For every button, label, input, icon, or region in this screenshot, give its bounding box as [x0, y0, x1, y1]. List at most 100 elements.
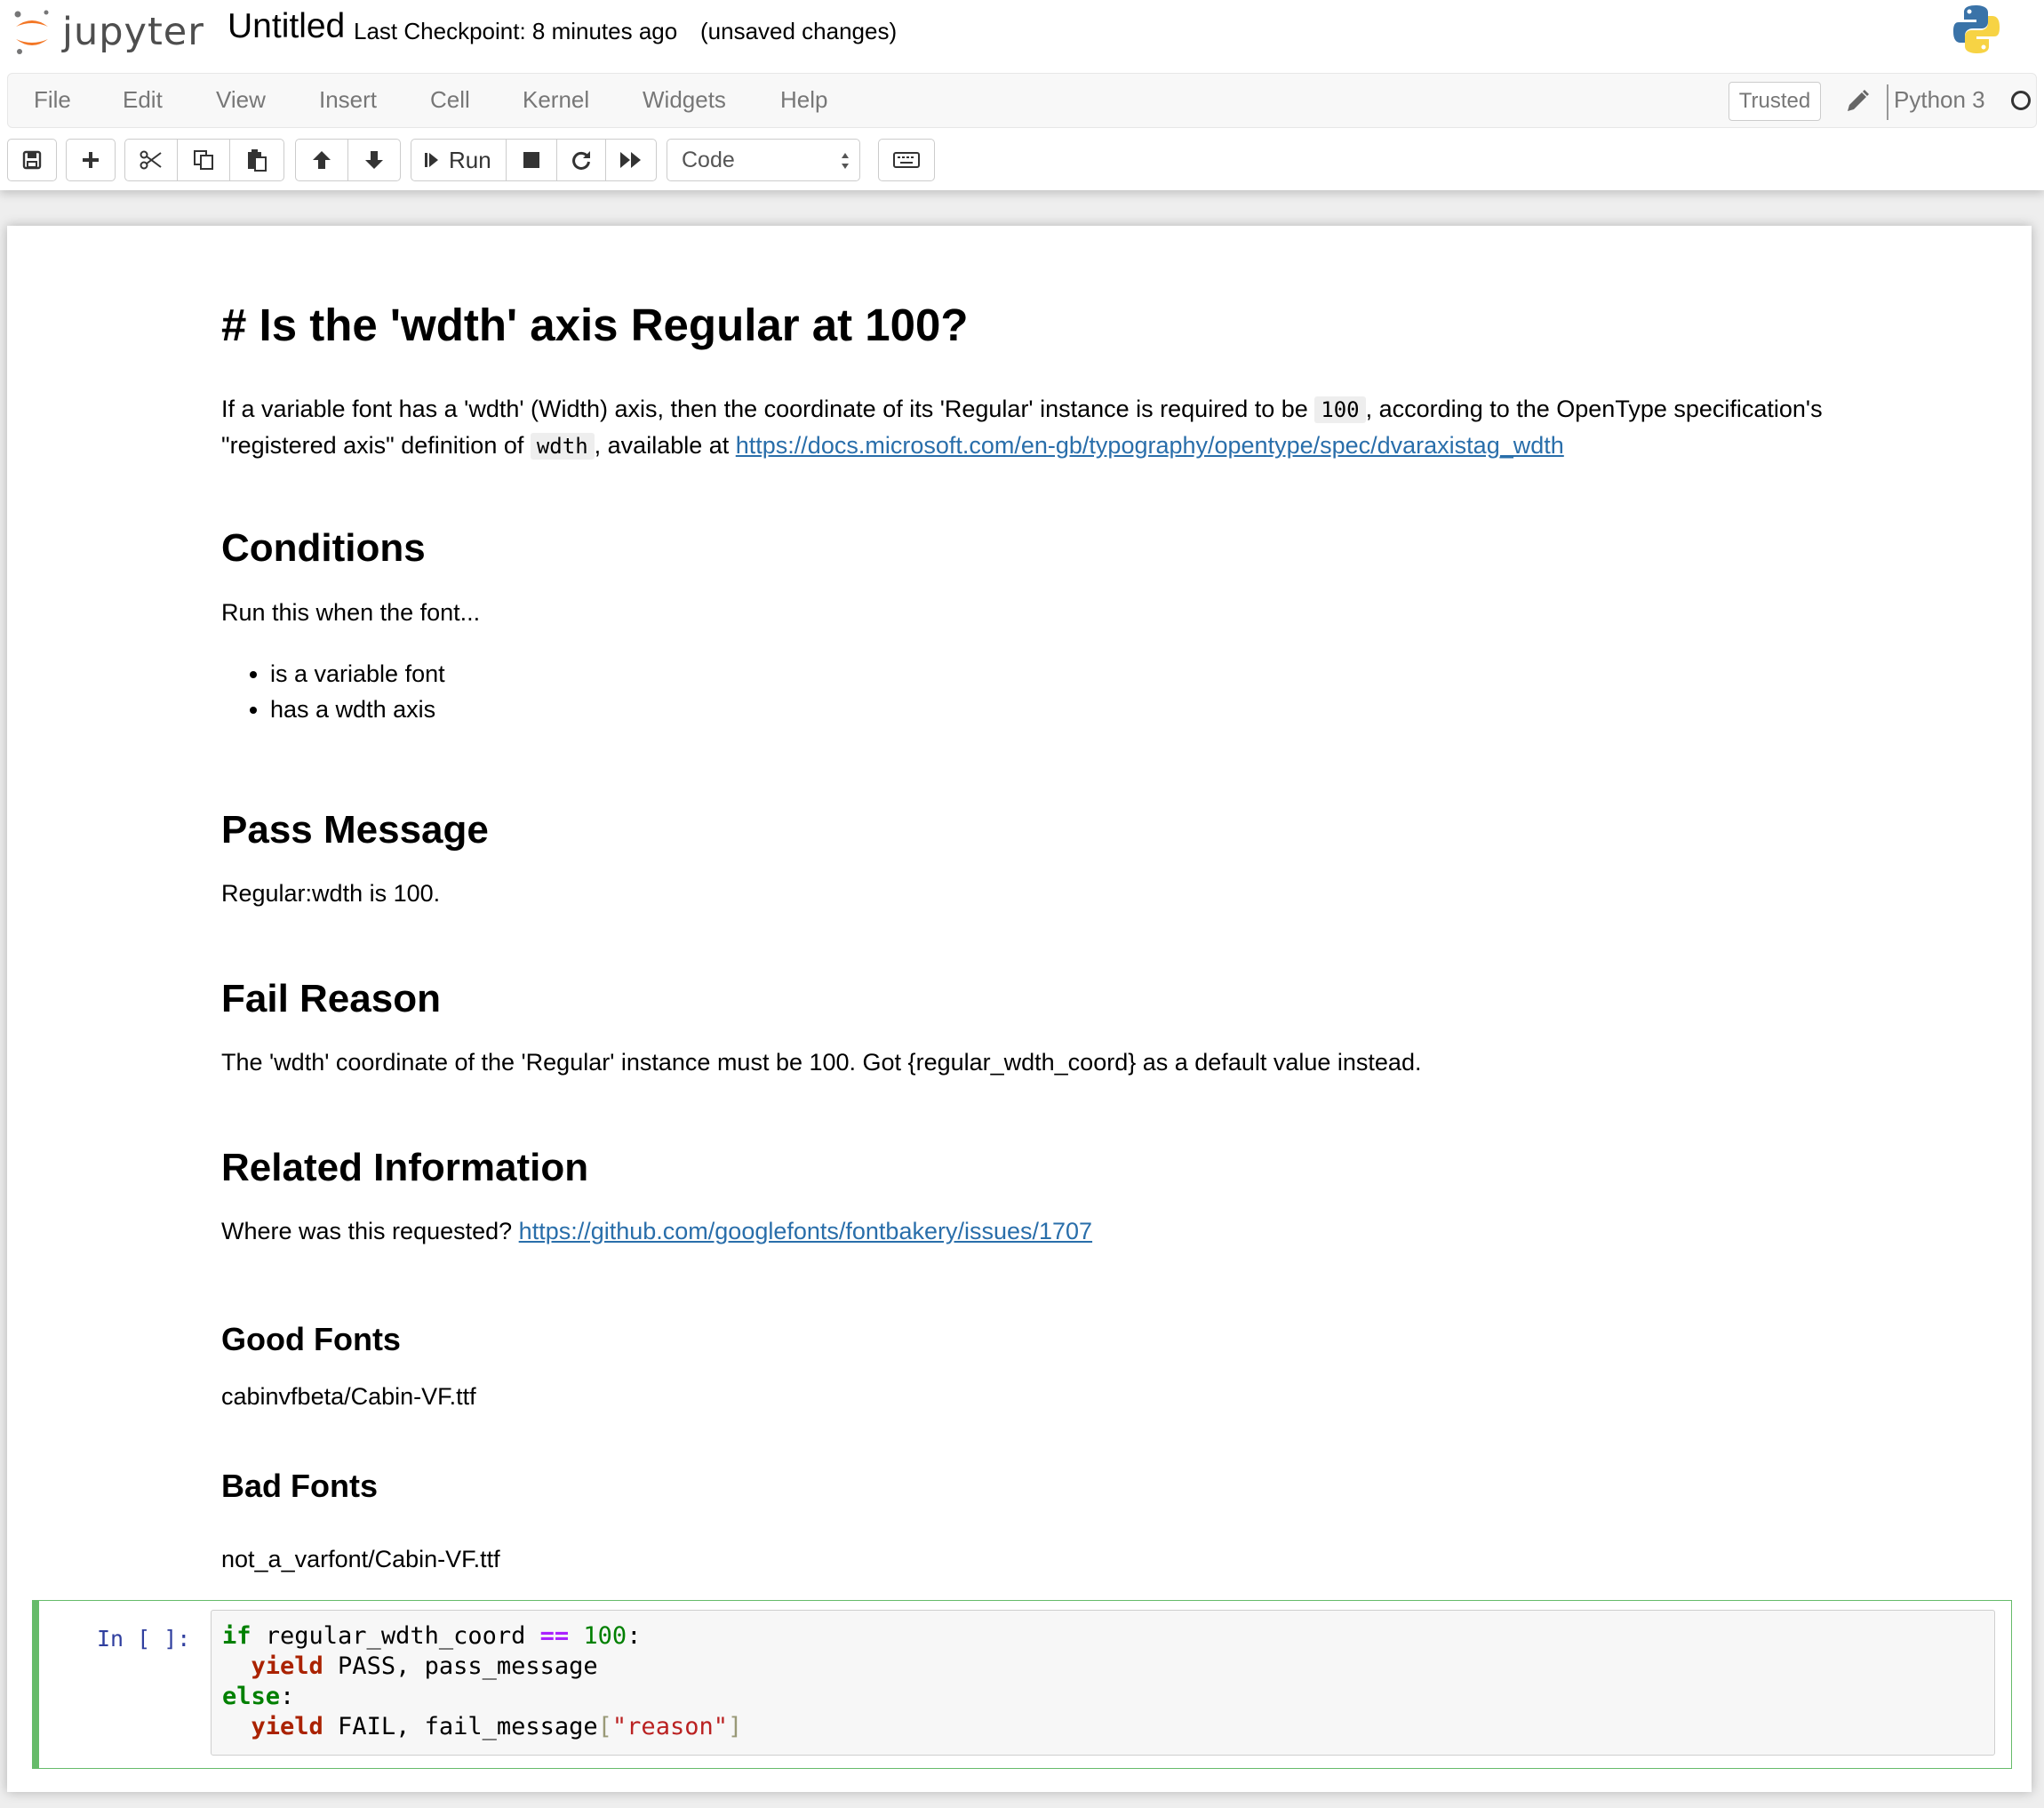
python-logo-icon	[1953, 5, 2000, 53]
intro-text-1: If a variable font has a 'wdth' (Width) …	[221, 396, 1315, 422]
inline-code-100: 100	[1314, 396, 1366, 423]
step-forward-icon	[425, 153, 438, 167]
code-token: regular_wdth_coord	[251, 1622, 540, 1650]
menu-help[interactable]: Help	[780, 86, 827, 114]
notebook-container: # Is the 'wdth' axis Regular at 100? If …	[7, 226, 2032, 1792]
code-token: ==	[539, 1622, 570, 1650]
code-line: yield PASS, pass_message	[222, 1652, 1994, 1682]
cell-type-select[interactable]: Code	[667, 139, 860, 181]
save-icon	[22, 150, 42, 170]
keyboard-icon	[893, 152, 920, 168]
header: jupyter Untitled Last Checkpoint: 8 minu…	[0, 0, 2044, 190]
trusted-indicator[interactable]: Trusted	[1729, 82, 1821, 121]
intro-paragraph: If a variable font has a 'wdth' (Width) …	[221, 391, 1823, 464]
list-item: has a wdth axis	[270, 692, 445, 727]
kernel-separator	[1887, 84, 1888, 120]
code-token: :	[627, 1622, 642, 1650]
code-token: "reason"	[611, 1713, 728, 1740]
save-button[interactable]	[7, 139, 57, 181]
stop-icon	[523, 152, 539, 168]
menu-widgets[interactable]: Widgets	[643, 86, 726, 114]
autosave-status: (unsaved changes)	[700, 18, 898, 44]
fast-forward-icon	[620, 152, 641, 168]
good-fonts-text: cabinvfbeta/Cabin-VF.ttf	[221, 1383, 476, 1410]
jupyter-logo-icon	[14, 10, 49, 54]
pencil-icon[interactable]	[1844, 88, 1871, 115]
copy-icon	[194, 150, 213, 170]
spec-link[interactable]: https://docs.microsoft.com/en-gb/typogra…	[736, 432, 1564, 459]
code-line: else:	[222, 1682, 1994, 1712]
pass-text: Regular:wdth is 100.	[221, 880, 441, 907]
list-item: is a variable font	[270, 656, 445, 692]
code-token: yield	[251, 1652, 323, 1680]
menu-cell[interactable]: Cell	[430, 86, 470, 114]
code-line: yield FAIL, fail_message["reason"]	[222, 1712, 1994, 1742]
select-arrows-icon	[842, 153, 849, 169]
menu-view[interactable]: View	[216, 86, 266, 114]
command-palette-button[interactable]	[878, 139, 935, 181]
code-token: yield	[251, 1713, 323, 1740]
arrow-down-icon	[365, 151, 383, 169]
menu-kernel[interactable]: Kernel	[523, 86, 589, 114]
menu-insert[interactable]: Insert	[319, 86, 377, 114]
jupyter-logo[interactable]: jupyter	[12, 5, 204, 59]
intro-text-4: , available at	[594, 432, 736, 459]
issue-link[interactable]: https://github.com/googlefonts/fontbaker…	[519, 1218, 1092, 1244]
logo-text: jupyter	[62, 10, 204, 54]
good-fonts-heading: Good Fonts	[221, 1321, 401, 1357]
related-text: Where was this requested?	[221, 1218, 519, 1244]
code-line: if regular_wdth_coord == 100:	[222, 1621, 1994, 1652]
code-editor[interactable]: if regular_wdth_coord == 100: yield PASS…	[211, 1610, 1995, 1756]
notebook-name[interactable]: Untitled	[228, 7, 345, 46]
code-token: :	[280, 1683, 295, 1710]
code-token: [	[597, 1713, 612, 1740]
code-token: PASS, pass_message	[323, 1652, 598, 1680]
paste-icon	[248, 149, 267, 172]
menu-file[interactable]: File	[34, 86, 71, 114]
inline-code-wdth: wdth	[530, 433, 595, 460]
cell-type-value: Code	[682, 148, 735, 172]
kernel-idle-icon	[2011, 91, 2031, 110]
run-button[interactable]: Run	[411, 139, 507, 181]
arrow-up-icon	[313, 151, 331, 169]
code-token: ]	[727, 1713, 743, 1740]
copy-button[interactable]	[177, 139, 230, 181]
cell-selection-bar	[32, 1600, 39, 1769]
scissors-icon	[140, 150, 162, 170]
move-down-button[interactable]	[347, 139, 401, 181]
cut-button[interactable]	[124, 139, 178, 181]
fail-heading: Fail Reason	[221, 977, 441, 1020]
intro-text-3: "registered axis" definition of	[221, 432, 531, 459]
restart-button[interactable]	[556, 139, 606, 181]
code-token: 100	[583, 1622, 627, 1650]
plus-icon	[83, 152, 99, 168]
code-token: if	[222, 1622, 252, 1650]
conditions-list: is a variable font has a wdth axis	[221, 656, 445, 727]
conditions-heading: Conditions	[221, 526, 426, 570]
conditions-text: Run this when the font...	[221, 599, 481, 626]
bad-fonts-text: not_a_varfont/Cabin-VF.ttf	[221, 1546, 500, 1572]
related-paragraph: Where was this requested? https://github…	[221, 1213, 1092, 1249]
paste-button[interactable]	[229, 139, 284, 181]
code-token: FAIL, fail_message	[323, 1713, 598, 1740]
checkpoint-status: Last Checkpoint: 8 minutes ago	[354, 18, 678, 44]
kernel-name: Python 3	[1894, 86, 1985, 113]
menu-edit[interactable]: Edit	[123, 86, 163, 114]
menubar: File Edit View Insert Cell Kernel Widget…	[7, 73, 2037, 128]
code-cell[interactable]: In [ ]: if regular_wdth_coord == 100: yi…	[32, 1600, 2012, 1769]
fail-text: The 'wdth' coordinate of the 'Regular' i…	[221, 1049, 1422, 1076]
restart-icon	[572, 151, 590, 170]
interrupt-button[interactable]	[506, 139, 557, 181]
title-heading: # Is the 'wdth' axis Regular at 100?	[221, 300, 969, 350]
restart-run-all-button[interactable]	[605, 139, 657, 181]
pass-heading: Pass Message	[221, 808, 489, 852]
move-up-button[interactable]	[295, 139, 348, 181]
related-heading: Related Information	[221, 1146, 589, 1189]
input-prompt: In [ ]:	[97, 1626, 191, 1652]
code-token: else	[222, 1683, 281, 1710]
insert-cell-button[interactable]	[66, 139, 116, 181]
intro-text-2: , according to the OpenType specificatio…	[1365, 396, 1823, 422]
